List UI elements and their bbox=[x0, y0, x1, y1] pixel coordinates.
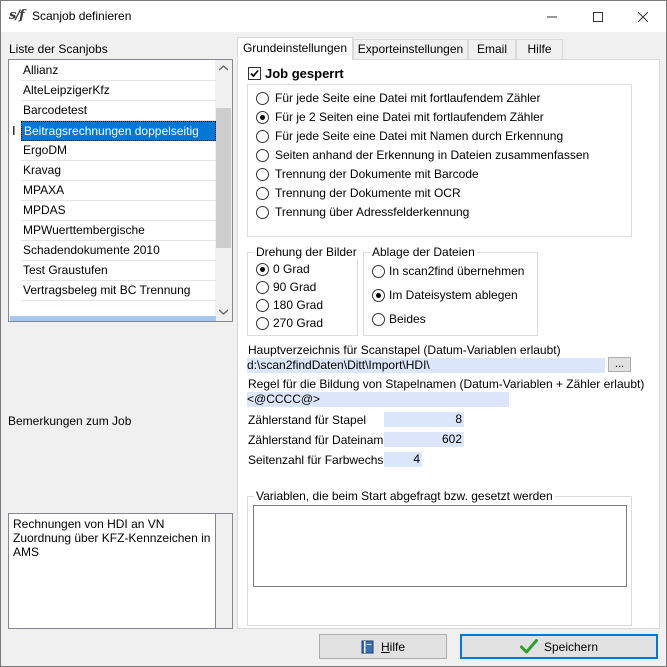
remarks-textarea[interactable]: Rechnungen von HDI an VN Zuordnung über … bbox=[8, 513, 216, 629]
scroll-up-icon[interactable] bbox=[215, 60, 232, 77]
minimize-icon bbox=[547, 16, 557, 17]
rotation-radio-label[interactable]: 180 Grad bbox=[273, 298, 323, 312]
remarks-scrollbar[interactable] bbox=[216, 513, 233, 629]
checkmark-icon bbox=[250, 69, 259, 78]
variables-textarea[interactable] bbox=[253, 505, 627, 587]
mode-radio-label[interactable]: Seiten anhand der Erkennung in Dateien z… bbox=[275, 148, 589, 162]
counter-file-label: Zählerstand für Dateiname bbox=[248, 433, 384, 447]
variables-group-title: Variablen, die beim Start abgefragt bzw.… bbox=[254, 489, 555, 503]
mode-radio-label[interactable]: Für jede Seite eine Datei mit Namen durc… bbox=[275, 129, 563, 143]
job-list-item[interactable]: Beitragsrechnungen doppelseitig bbox=[21, 121, 216, 141]
rotation-radio-label[interactable]: 90 Grad bbox=[273, 280, 316, 294]
close-button[interactable] bbox=[620, 1, 666, 32]
window-title: Scanjob definieren bbox=[32, 9, 132, 23]
job-list-item[interactable]: Allianz bbox=[21, 61, 216, 81]
mode-radio-label[interactable]: Trennung der Dokumente mit Barcode bbox=[275, 167, 479, 181]
maximize-icon bbox=[593, 11, 603, 22]
main-dir-label: Hauptverzeichnis für Scanstapel (Datum-V… bbox=[248, 343, 561, 357]
minimize-button[interactable] bbox=[529, 1, 575, 32]
counter-batch-input[interactable]: 8 bbox=[384, 412, 464, 427]
rotation-group-title: Drehung der Bilder bbox=[254, 245, 359, 259]
job-listbox[interactable]: Allianz AlteLeipzigerKfz Barcodetest Beitra… bbox=[8, 59, 233, 322]
save-button[interactable]: Speichern bbox=[460, 634, 658, 659]
mode-radio[interactable] bbox=[256, 168, 269, 181]
batch-rule-input[interactable]: <@CCCC@> bbox=[247, 392, 509, 407]
storage-radio[interactable] bbox=[372, 313, 385, 326]
job-list-item[interactable]: Barcodetest bbox=[21, 101, 216, 121]
mode-radio[interactable] bbox=[256, 130, 269, 143]
storage-radio-label[interactable]: Beides bbox=[389, 312, 426, 326]
job-list-item[interactable]: MPDAS bbox=[21, 201, 216, 221]
mode-radio-label[interactable]: Für je 2 Seiten eine Datei mit fortlaufe… bbox=[275, 110, 544, 124]
job-list-item[interactable]: ErgoDM bbox=[21, 141, 216, 161]
job-list-item[interactable]: AlteLeipzigerKfz bbox=[21, 81, 216, 101]
window: s/f Scanjob definieren Liste der Scanjob… bbox=[0, 0, 667, 667]
rotation-radio-label[interactable]: 270 Grad bbox=[273, 316, 323, 330]
browse-button[interactable]: ... bbox=[608, 357, 631, 372]
mode-radio[interactable] bbox=[256, 206, 269, 219]
tab-exporteinstellungen[interactable]: Exporteinstellungen bbox=[353, 39, 468, 59]
main-dir-input[interactable]: d:\scan2findDaten\Ditt\Import\HDI\ bbox=[247, 358, 605, 373]
storage-group-title: Ablage der Dateien bbox=[370, 245, 477, 259]
mode-radio[interactable] bbox=[256, 111, 269, 124]
list-footer-bar bbox=[10, 316, 216, 321]
job-list-item[interactable]: Kravag bbox=[21, 161, 216, 181]
save-button-label: Speichern bbox=[543, 639, 599, 654]
remarks-label: Bemerkungen zum Job bbox=[8, 414, 132, 428]
app-logo-icon: s/f bbox=[9, 8, 25, 23]
rotation-group: Drehung der Bilder 0 Grad 90 Grad 180 Grad… bbox=[247, 245, 359, 336]
storage-radio-label[interactable]: Im Dateisystem ablegen bbox=[389, 288, 518, 302]
pages-color-input[interactable]: 4 bbox=[384, 452, 422, 467]
mode-radio[interactable] bbox=[256, 187, 269, 200]
green-check-icon bbox=[519, 639, 538, 654]
help-button[interactable]: Hilfe bbox=[319, 634, 447, 659]
rotation-radio[interactable] bbox=[256, 263, 269, 276]
counter-batch-label: Zählerstand für Stapel bbox=[248, 413, 367, 427]
tab-hilfe[interactable]: Hilfe bbox=[516, 39, 563, 59]
rotation-radio-label[interactable]: 0 Grad bbox=[273, 262, 310, 276]
scroll-thumb[interactable] bbox=[216, 108, 231, 248]
scroll-down-icon[interactable] bbox=[215, 304, 232, 321]
mode-radio-label[interactable]: Trennung der Dokumente mit OCR bbox=[275, 186, 461, 200]
job-locked-label: Job gesperrt bbox=[265, 66, 344, 81]
counter-file-input[interactable]: 602 bbox=[384, 432, 464, 447]
tab-grundeinstellungen[interactable]: Grundeinstellungen bbox=[237, 37, 353, 60]
mode-radio-label[interactable]: Für jede Seite eine Datei mit fortlaufen… bbox=[275, 91, 540, 105]
mode-group: Für jede Seite eine Datei mit fortlaufen… bbox=[247, 84, 632, 237]
rotation-radio[interactable] bbox=[256, 281, 269, 294]
storage-radio[interactable] bbox=[372, 265, 385, 278]
tab-page-grundeinstellungen: Job gesperrt Für jede Seite eine Datei m… bbox=[237, 59, 660, 629]
rotation-radio[interactable] bbox=[256, 299, 269, 312]
mode-radio[interactable] bbox=[256, 149, 269, 162]
maximize-button[interactable] bbox=[575, 1, 621, 32]
job-list-item[interactable]: Test Graustufen bbox=[21, 261, 216, 281]
storage-group: Ablage der Dateien In scan2find übernehm… bbox=[363, 245, 538, 336]
tab-email[interactable]: Email bbox=[468, 39, 516, 59]
job-locked-checkbox[interactable] bbox=[248, 67, 261, 80]
job-list-item[interactable]: Schadendokumente 2010 bbox=[21, 241, 216, 261]
job-list-item[interactable]: MPAXA bbox=[21, 181, 216, 201]
close-icon bbox=[638, 11, 648, 22]
text-cursor-icon: I bbox=[12, 123, 16, 138]
rotation-radio[interactable] bbox=[256, 317, 269, 330]
job-list-label: Liste der Scanjobs bbox=[9, 42, 108, 56]
book-icon bbox=[361, 640, 374, 653]
title-bar: s/f Scanjob definieren bbox=[1, 1, 666, 32]
variables-group: Variablen, die beim Start abgefragt bzw.… bbox=[247, 489, 632, 626]
mode-radio-label[interactable]: Trennung über Adressfelderkennung bbox=[275, 205, 469, 219]
job-list-item[interactable]: Vertragsbeleg mit BC Trennung bbox=[21, 281, 216, 301]
mode-radio[interactable] bbox=[256, 92, 269, 105]
storage-radio-label[interactable]: In scan2find übernehmen bbox=[389, 264, 524, 278]
help-button-label: Hilfe bbox=[380, 639, 405, 654]
pages-color-label: Seitenzahl für Farbwechsel bbox=[248, 453, 384, 467]
storage-radio[interactable] bbox=[372, 289, 385, 302]
job-list-scrollbar[interactable] bbox=[215, 60, 232, 321]
batch-rule-label: Regel für die Bildung von Stapelnamen (D… bbox=[248, 377, 645, 391]
job-list-item[interactable]: MPWuerttembergische bbox=[21, 221, 216, 241]
